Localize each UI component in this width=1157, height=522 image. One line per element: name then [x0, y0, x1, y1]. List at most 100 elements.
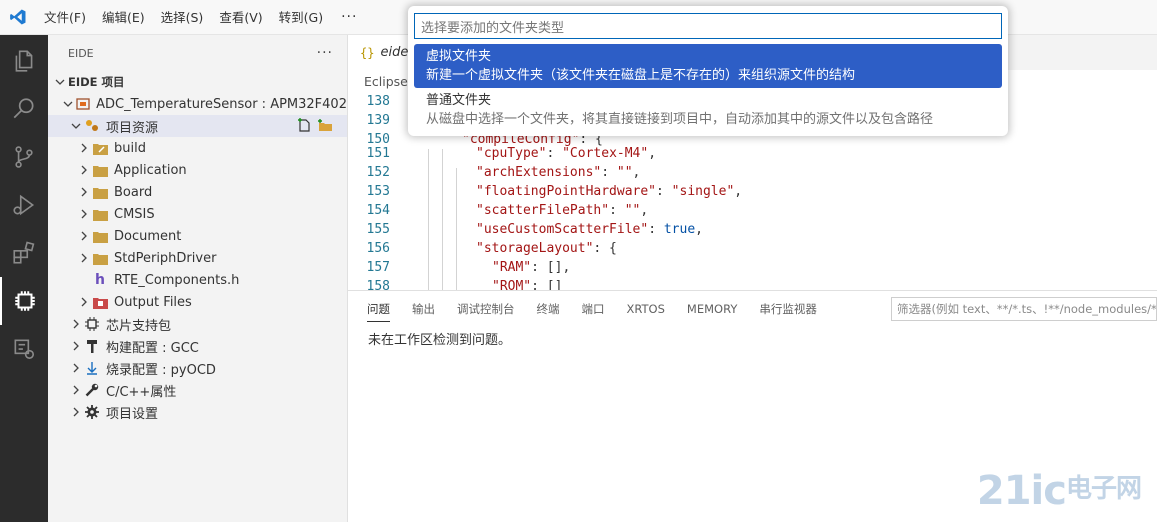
folder-icon [92, 250, 108, 266]
menu-selection[interactable]: 选择(S) [153, 0, 212, 35]
tree-folder-cmsis[interactable]: CMSIS [48, 203, 347, 225]
folder-label: Document [114, 228, 182, 244]
menu-more-button[interactable]: ··· [331, 0, 367, 35]
project-label: ADC_TemperatureSensor : APM32F402 [96, 96, 347, 112]
chevron-right-icon [68, 404, 84, 420]
output-folder-icon [92, 294, 108, 310]
folder-label: StdPeriphDriver [114, 250, 217, 266]
chevron-right-icon [76, 250, 92, 266]
tree-flash-config[interactable]: 烧录配置 : pyOCD [48, 357, 347, 379]
extensions-icon[interactable] [0, 229, 48, 277]
group-label: 烧录配置 : pyOCD [106, 362, 216, 378]
panel-tab-ports[interactable]: 端口 [571, 291, 616, 327]
panel-tab-xrtos[interactable]: XRTOS [616, 291, 676, 327]
panel-tab-memory[interactable]: MEMORY [676, 291, 748, 327]
tree-folder-board[interactable]: Board [48, 181, 347, 203]
chevron-right-icon [68, 382, 84, 398]
item-title: 普通文件夹 [426, 93, 492, 108]
tree-project-resources[interactable]: 项目资源 [48, 115, 347, 137]
menu-file[interactable]: 文件(F) [36, 0, 94, 35]
code-line: 151 "cpuType": "Cortex-M4", [366, 146, 657, 161]
hammer-icon [84, 338, 100, 354]
item-title: 虚拟文件夹 [426, 49, 492, 64]
chevron-right-icon [76, 162, 92, 178]
quick-pick-item-normal-folder[interactable]: 普通文件夹 从磁盘中选择一个文件夹，将其直接链接到项目中，自动添加其中的源文件以… [414, 88, 1002, 132]
chevron-right-icon [76, 228, 92, 244]
file-label: RTE_Components.h [114, 272, 240, 288]
tree-build-config[interactable]: 构建配置 : GCC [48, 335, 347, 357]
menu-edit[interactable]: 编辑(E) [94, 0, 153, 35]
eide-chip-icon[interactable] [0, 277, 48, 325]
group-label: 芯片支持包 [106, 318, 172, 334]
new-folder-icon[interactable] [318, 118, 333, 137]
panel-tab-bar: 问题 输出 调试控制台 终端 端口 XRTOS MEMORY 串行监视器 筛选器… [348, 291, 1157, 327]
chevron-right-icon [76, 140, 92, 156]
tree-project[interactable]: ADC_TemperatureSensor : APM32F402 [48, 93, 347, 115]
panel-tab-problems[interactable]: 问题 [356, 291, 401, 327]
panel-tab-terminal[interactable]: 终端 [526, 291, 571, 327]
group-label: C/C++属性 [106, 384, 177, 400]
wrench-icon [84, 382, 100, 398]
folder-type-quick-pick: 选择要添加的文件夹类型 虚拟文件夹 新建一个虚拟文件夹（该文件夹在磁盘上是不存在… [408, 6, 1008, 136]
sidebar-header: EIDE ··· [48, 35, 347, 71]
tree-chip-support[interactable]: 芯片支持包 [48, 313, 347, 335]
item-description: 新建一个虚拟文件夹（该文件夹在磁盘上是不存在的）来组织源文件的结构 [426, 68, 856, 83]
folder-label: Output Files [114, 294, 192, 310]
folder-icon [92, 184, 108, 200]
tree-folder-build[interactable]: build [48, 137, 347, 159]
folder-label: build [114, 140, 146, 156]
chevron-right-icon [68, 316, 84, 332]
chip-icon [84, 316, 100, 332]
chevron-right-icon [76, 184, 92, 200]
code-line: 154 "scatterFilePath": "", [366, 203, 649, 218]
tree-file-rte-components[interactable]: h RTE_Components.h [48, 269, 347, 291]
problems-filter-input[interactable]: 筛选器(例如 text、**/*.ts、!**/node_modules/**) [891, 297, 1157, 321]
folder-icon [92, 206, 108, 222]
code-line: 152 "archExtensions": "", [366, 165, 641, 180]
folder-icon [92, 228, 108, 244]
group-label: 项目设置 [106, 406, 159, 422]
tree-cpp-properties[interactable]: C/C++属性 [48, 379, 347, 401]
item-description: 从磁盘中选择一个文件夹，将其直接链接到项目中，自动添加其中的源文件以及包含路径 [426, 112, 934, 127]
tree-project-settings[interactable]: 项目设置 [48, 401, 347, 423]
header-file-icon: h [95, 272, 105, 288]
group-label: 构建配置 : GCC [106, 340, 199, 356]
quick-pick-item-virtual-folder[interactable]: 虚拟文件夹 新建一个虚拟文件夹（该文件夹在磁盘上是不存在的）来组织源文件的结构 [414, 44, 1002, 88]
chevron-right-icon [68, 360, 84, 376]
panel-tab-debug-console[interactable]: 调试控制台 [446, 291, 526, 327]
chevron-down-icon [60, 96, 75, 112]
project-icon [75, 96, 90, 112]
panel-tab-serial-monitor[interactable]: 串行监视器 [748, 291, 828, 327]
quick-pick-input[interactable]: 选择要添加的文件夹类型 [414, 13, 1002, 39]
source-control-icon[interactable] [0, 133, 48, 181]
menu-go[interactable]: 转到(G) [271, 0, 331, 35]
run-debug-icon[interactable] [0, 181, 48, 229]
chevron-right-icon [68, 338, 84, 354]
section-eide-project[interactable]: EIDE 项目 [48, 71, 347, 93]
chevron-down-icon [52, 74, 68, 90]
new-file-icon[interactable] [297, 118, 312, 137]
chip-settings-icon[interactable] [0, 325, 48, 373]
sidebar-title: EIDE [68, 46, 94, 60]
sidebar: EIDE ··· EIDE 项目 ADC_TemperatureSensor :… [48, 35, 348, 522]
problems-message: 未在工作区检测到问题。 [368, 333, 512, 348]
sidebar-more-button[interactable]: ··· [317, 45, 333, 61]
code-line: 157 "RAM": [], [366, 260, 571, 275]
tree-folder-output-files[interactable]: Output Files [48, 291, 347, 313]
chevron-right-icon [76, 206, 92, 222]
tree-folder-document[interactable]: Document [48, 225, 347, 247]
search-icon[interactable] [0, 85, 48, 133]
tree-folder-stdperiphdriver[interactable]: StdPeriphDriver [48, 247, 347, 269]
json-file-icon: {} [360, 45, 375, 60]
panel-tab-output[interactable]: 输出 [401, 291, 446, 327]
code-line: 153 "floatingPointHardware": "single", [366, 184, 743, 199]
folder-icon [92, 162, 108, 178]
gear-icon [84, 404, 100, 420]
vscode-logo-icon [0, 0, 36, 35]
menu-view[interactable]: 查看(V) [211, 0, 270, 35]
tree-folder-application[interactable]: Application [48, 159, 347, 181]
chevron-right-icon [76, 294, 92, 310]
code-line: 155 "useCustomScatterFile": true, [366, 222, 703, 237]
explorer-icon[interactable] [0, 37, 48, 85]
watermark-logo: 21ic电子网 [976, 468, 1142, 514]
